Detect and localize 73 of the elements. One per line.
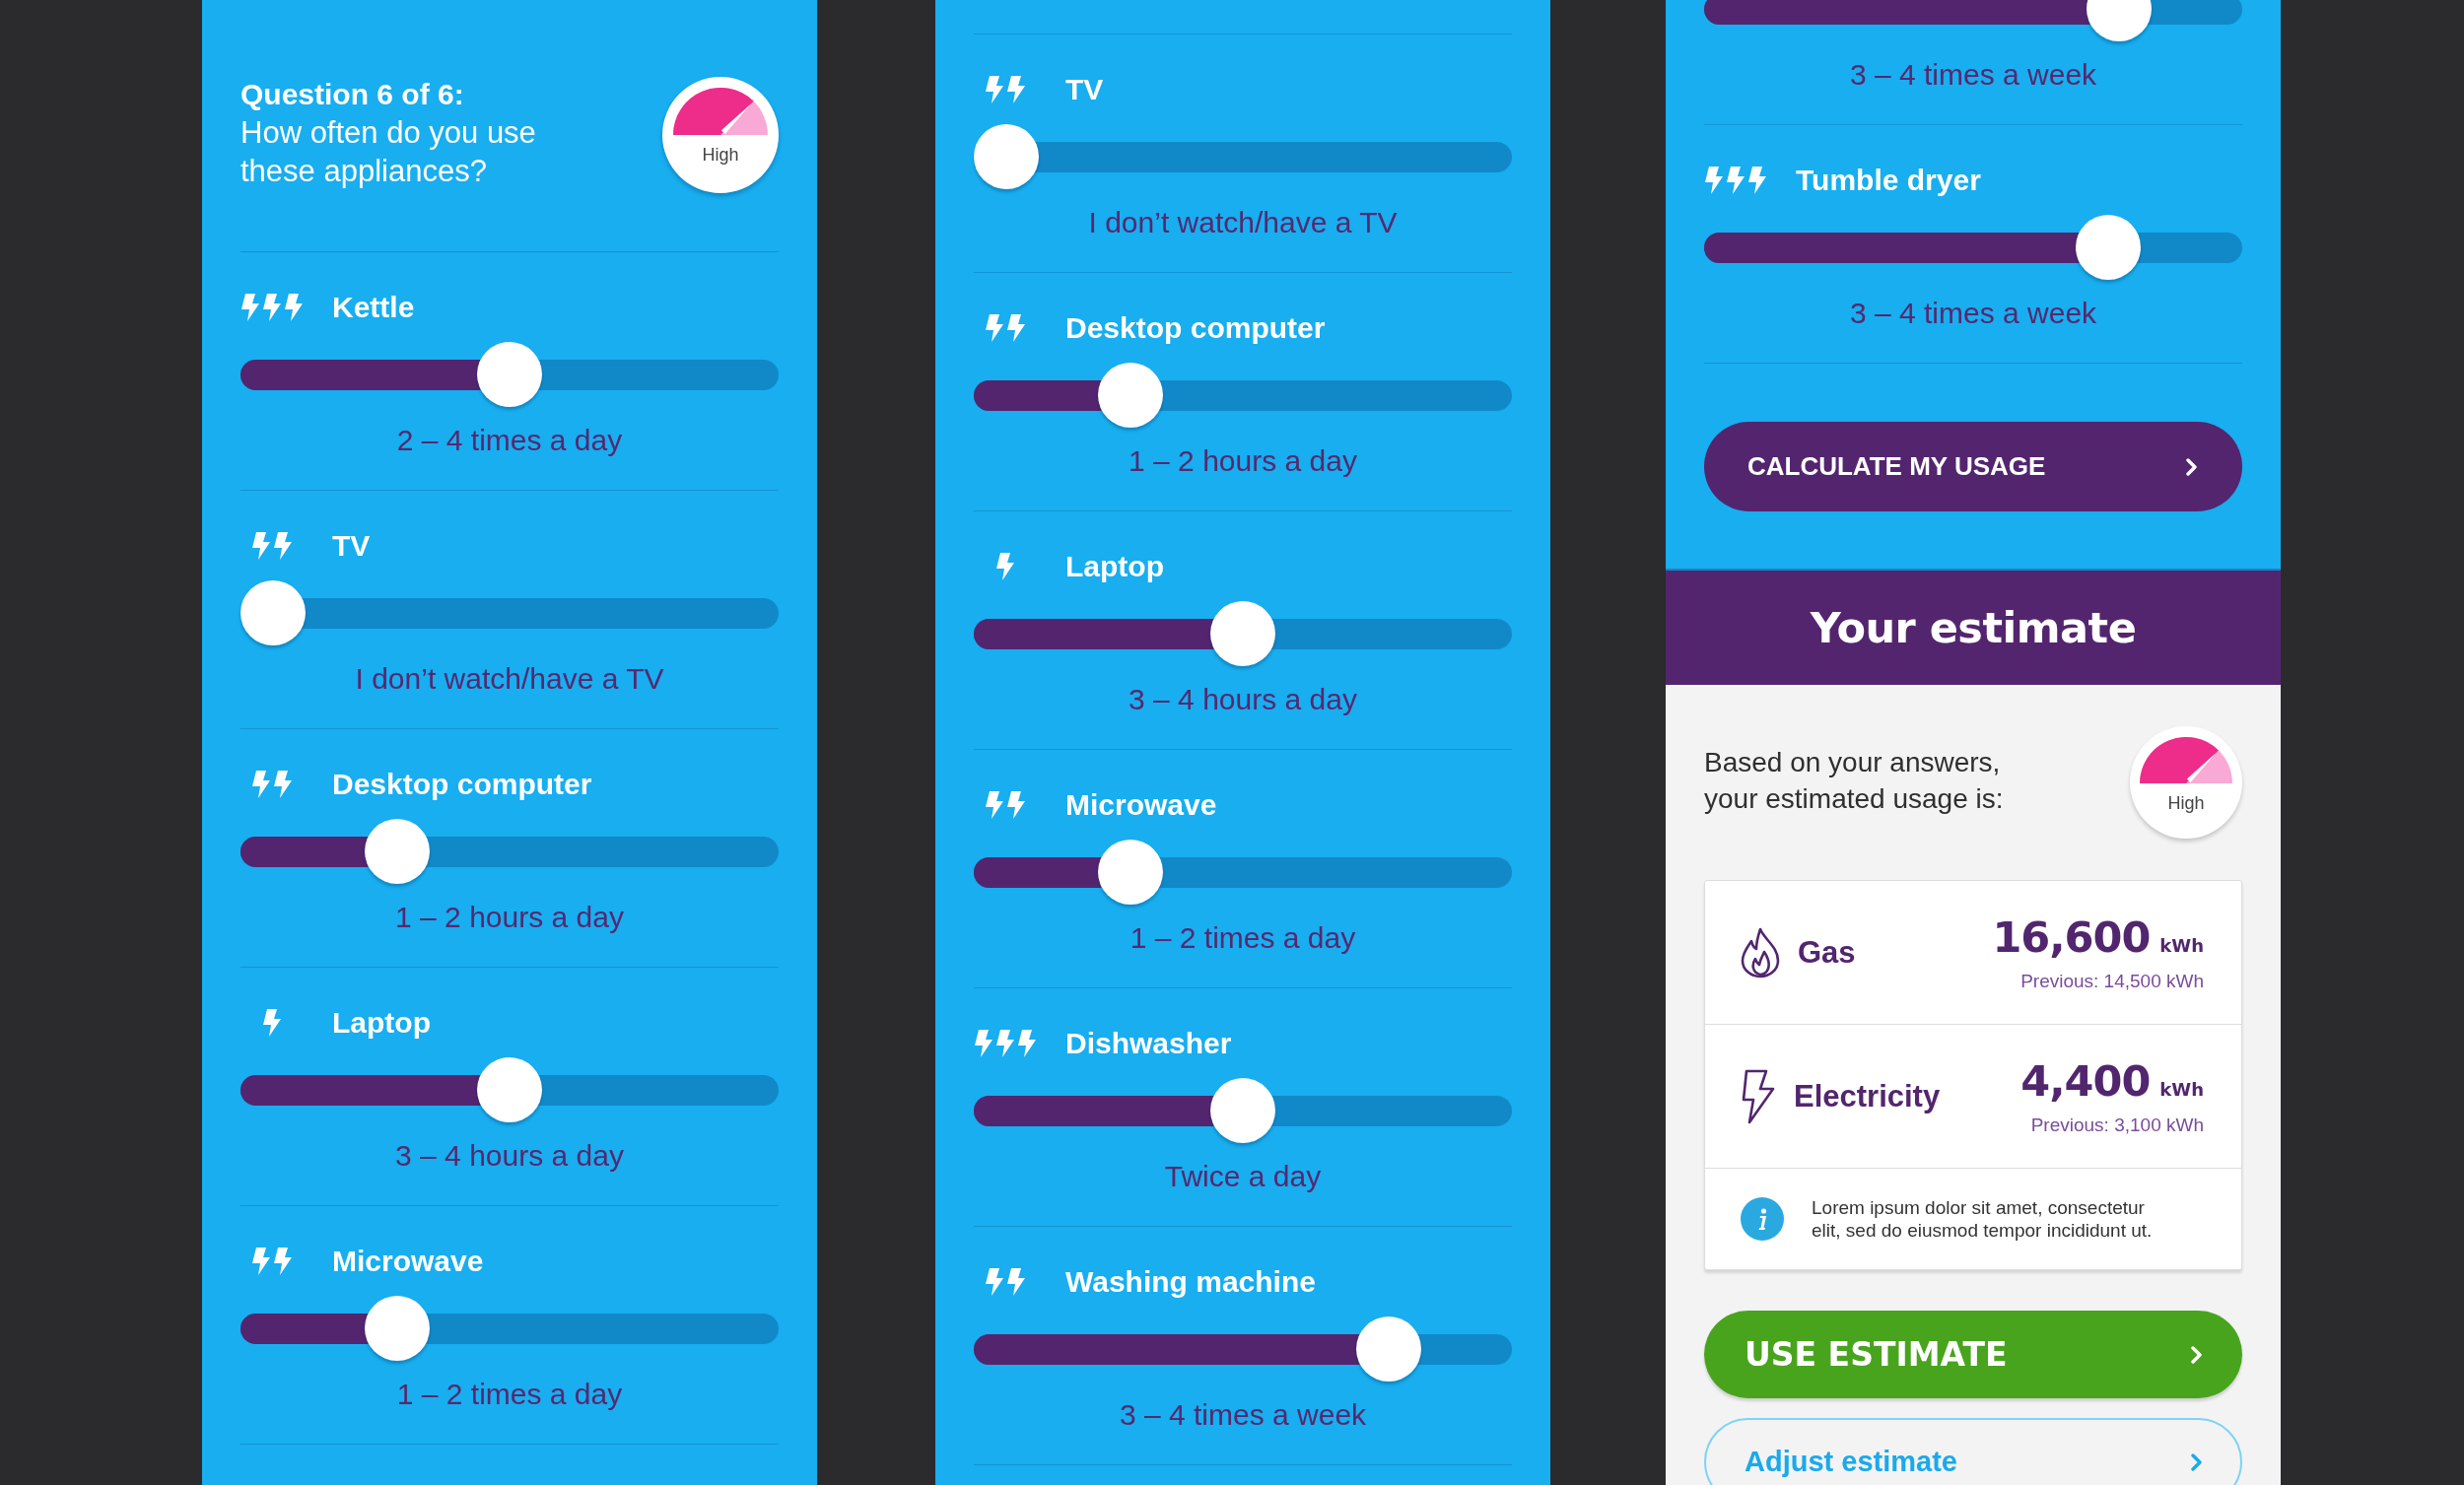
appliance-name: Washing machine [1065,1266,1316,1298]
appliance-name: Microwave [332,1246,484,1277]
slider-value: Twice a day [1163,1159,1323,1194]
slider-value: 3 – 4 times a week [1118,1397,1368,1433]
slider-value: 2 – 4 times a day [395,423,624,458]
lightning-bolts-icon [251,1248,293,1275]
lightning-bolts-icon [985,1268,1026,1296]
previous-usage: Previous: 14,500 kWh [2020,970,2204,993]
slider-value: 3 – 4 hours a day [1128,682,1358,717]
primary-button[interactable]: USE ESTIMATE [1704,1311,2242,1398]
gauge-label: High [2167,792,2205,814]
slider-value: 3 – 4 hours a day [394,1138,625,1174]
slider-value: 1 – 2 times a day [1129,920,1357,956]
appliance-name: Desktop computer [1065,312,1326,344]
slider-thumb[interactable] [1355,1316,1421,1382]
slider-value: I don’t watch/have a TV [354,661,665,697]
usage-unit: kWh [2159,1079,2204,1100]
appliance-name: Laptop [332,1007,431,1039]
lightning-bolts-icon [985,791,1026,819]
slider-thumb[interactable] [1097,840,1163,905]
slider-value: 1 – 2 hours a day [1128,443,1358,479]
appliance-name: Tumble dryer [1796,165,1981,196]
info-icon [1741,1197,1784,1241]
usage-unit: kWh [2159,935,2204,956]
gauge-label: High [702,144,739,166]
slider-value: 3 – 4 times a week [1848,57,2098,93]
question-text: How often do you use these appliances? [240,114,536,190]
slider-thumb[interactable] [477,1057,543,1122]
usage-value: 16,600 [1992,915,2151,959]
info-text: Lorem ipsum dolor sit amet, consectetur elit, sed do eiusmod tempor incididunt ut. [1812,1196,2153,1242]
estimate-intro: Based on your answers, your estimated usage is: [1704,746,2004,816]
appliance-name: Desktop computer [332,769,592,800]
lightning-bolts-icon [240,294,304,321]
estimate-title: Your estimate [1810,602,2137,653]
slider-thumb[interactable] [364,1296,430,1361]
fuel-name: Electricity [1794,1078,1941,1114]
slider-thumb[interactable] [2075,215,2141,280]
lightning-bolts-icon [251,771,293,798]
lightning-bolts-icon [985,76,1026,103]
slider-value: 1 – 2 hours a day [394,900,625,935]
slider-value: 1 – 2 times a day [395,1377,624,1412]
question-number: Question 6 of 6: [240,77,465,112]
slider-thumb[interactable] [1097,363,1163,428]
slider-thumb[interactable] [1210,601,1276,666]
slider-thumb[interactable] [240,580,306,645]
lightning-bolts-icon [1704,167,1767,194]
appliance-name: Dishwasher [1065,1028,1232,1059]
slider-thumb[interactable] [974,124,1039,189]
appliance-name: TV [332,530,371,562]
calculate-button[interactable]: CALCULATE MY USAGE [1704,422,2242,511]
slider-thumb[interactable] [364,819,430,884]
flame-icon [1741,926,1780,979]
slider-value: I don’t watch/have a TV [1087,205,1399,240]
appliance-name: Microwave [1065,789,1217,821]
previous-usage: Previous: 3,100 kWh [2030,1114,2204,1137]
appliance-name: TV [1065,74,1104,105]
chevron-right-icon [2191,1452,2203,1471]
appliance-name: Kettle [332,292,415,323]
fuel-name: Gas [1798,934,1856,971]
lightning-bolts-icon [974,1030,1037,1057]
lightning-bolt-icon [262,1009,282,1037]
slider-thumb[interactable] [1210,1078,1276,1143]
chevron-right-icon [2191,1345,2203,1364]
lightning-bolt-icon [1741,1068,1776,1124]
chevron-right-icon [2186,457,2198,476]
lightning-bolt-icon [995,553,1015,580]
lightning-bolts-icon [985,314,1026,342]
slider-thumb[interactable] [477,342,543,407]
usage-value: 4,400 [2020,1059,2151,1103]
outline-button[interactable]: Adjust estimate [1704,1418,2242,1485]
appliance-name: Laptop [1065,551,1164,582]
lightning-bolts-icon [251,532,293,560]
slider-value: 3 – 4 times a week [1848,296,2098,331]
